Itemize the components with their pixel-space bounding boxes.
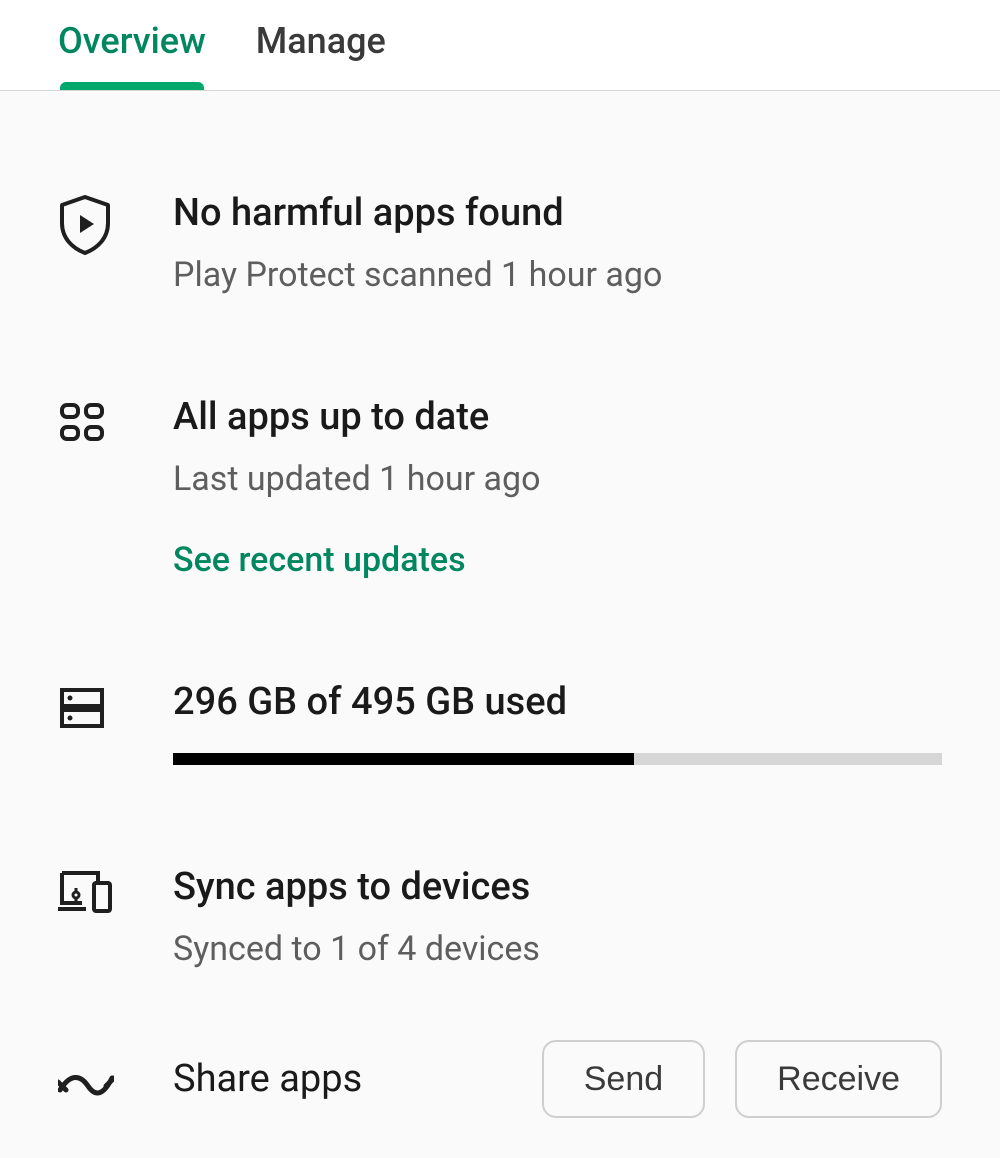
sync-subtitle: Synced to 1 of 4 devices (173, 929, 942, 970)
tab-overview[interactable]: Overview (58, 20, 206, 90)
updates-subtitle: Last updated 1 hour ago (173, 459, 942, 500)
storage-title: 296 GB of 495 GB used (173, 680, 942, 726)
tabs: Overview Manage (0, 0, 1000, 91)
see-recent-updates-link[interactable]: See recent updates (173, 540, 466, 580)
shield-play-icon (58, 195, 112, 255)
play-protect-subtitle: Play Protect scanned 1 hour ago (173, 255, 942, 296)
share-icon (58, 1068, 114, 1098)
play-protect-title: No harmful apps found (173, 191, 942, 237)
storage-progress (173, 753, 942, 765)
row-sync[interactable]: Sync apps to devices Synced to 1 of 4 de… (58, 865, 942, 969)
row-share: Share apps Send Receive (58, 1040, 942, 1118)
storage-progress-fill (173, 753, 634, 765)
apps-grid-icon (58, 399, 106, 447)
receive-button[interactable]: Receive (735, 1040, 942, 1118)
sync-title: Sync apps to devices (173, 865, 942, 911)
storage-icon (58, 684, 106, 732)
share-title: Share apps (173, 1057, 542, 1101)
devices-icon (58, 869, 112, 913)
row-updates[interactable]: All apps up to date Last updated 1 hour … (58, 395, 942, 579)
row-play-protect[interactable]: No harmful apps found Play Protect scann… (58, 191, 942, 295)
send-button[interactable]: Send (542, 1040, 705, 1118)
tab-manage[interactable]: Manage (256, 20, 386, 90)
updates-title: All apps up to date (173, 395, 942, 441)
row-storage[interactable]: 296 GB of 495 GB used (58, 680, 942, 766)
